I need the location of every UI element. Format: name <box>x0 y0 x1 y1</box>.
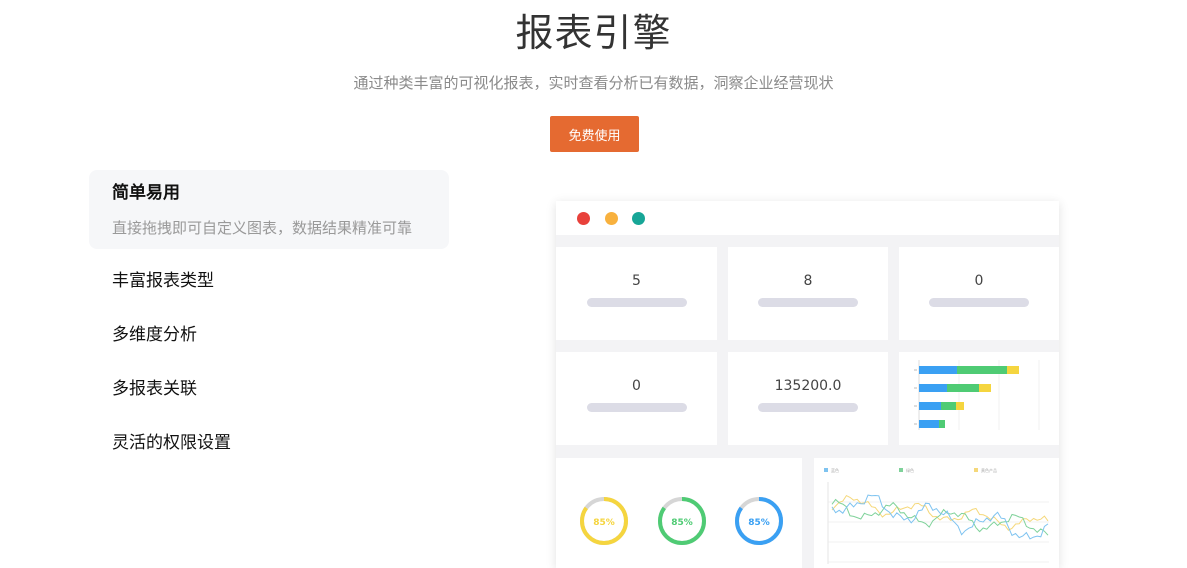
bar-segment <box>919 384 947 392</box>
feature-item-permissions[interactable]: 灵活的权限设置 <box>89 416 449 470</box>
stacked-bar-chart <box>914 360 1040 430</box>
gauge-group: 85% 85% 85% <box>580 497 783 545</box>
gauge-label: 85% <box>671 518 693 528</box>
bar-segment <box>939 420 945 428</box>
stat-placeholder-bar <box>586 403 687 412</box>
bar-segment <box>919 402 941 410</box>
stat-card: 8 <box>728 247 888 340</box>
stat-value: 135200.0 <box>774 378 842 394</box>
page-subtitle: 通过种类丰富的可视化报表，实时查看分析已有数据，洞察企业经营现状 <box>353 74 834 92</box>
stat-card: 135200.0 <box>728 352 888 445</box>
legend-label: 绿色 <box>906 467 914 473</box>
gauge-card: 85% 85% 85% <box>556 458 802 568</box>
bar-segment <box>919 420 939 428</box>
bar-segment <box>947 384 979 392</box>
window-close-dot-icon <box>577 212 590 225</box>
feature-list: 简单易用 直接拖拽即可自定义图表，数据结果精准可靠 丰富报表类型 多维度分析 多… <box>89 170 449 470</box>
line-chart-card: 蓝色 绿色 黄色产品 <box>814 458 1059 568</box>
stat-card: 5 <box>556 247 717 340</box>
stat-placeholder-bar <box>758 403 858 412</box>
stat-card: 0 <box>899 247 1059 340</box>
legend-label: 黄色产品 <box>981 467 997 473</box>
stat-card: 0 <box>556 352 717 445</box>
legend-label: 蓝色 <box>831 467 839 473</box>
feature-title: 灵活的权限设置 <box>112 433 231 453</box>
legend-swatch <box>824 468 828 472</box>
gauge-label: 85% <box>593 518 615 528</box>
bar-segment <box>956 402 964 410</box>
stat-value: 5 <box>632 273 641 289</box>
stat-placeholder-bar <box>586 298 687 307</box>
stacked-bar-chart-card <box>899 352 1059 445</box>
dashboard-preview: 5 8 0 0 135200.0 85% 85% 85% 蓝色 绿色 黄色产品 <box>556 201 1059 568</box>
stat-value: 8 <box>803 273 813 289</box>
stat-value: 0 <box>632 378 641 394</box>
bar-segment <box>1007 366 1019 374</box>
feature-item-rich-types[interactable]: 丰富报表类型 <box>89 254 449 308</box>
stat-value: 0 <box>974 273 984 289</box>
series-line-green <box>831 498 1049 536</box>
bar-segment <box>941 402 956 410</box>
stat-placeholder-bar <box>929 298 1029 307</box>
window-titlebar <box>556 201 1059 235</box>
feature-title: 多维度分析 <box>112 325 197 345</box>
page-title: 报表引擎 <box>515 11 672 55</box>
bar-segment <box>919 366 957 374</box>
legend-swatch <box>899 468 903 472</box>
feature-item-multi-dimension[interactable]: 多维度分析 <box>89 308 449 362</box>
stat-placeholder-bar <box>758 298 858 307</box>
gauge-label: 85% <box>748 518 770 528</box>
line-chart: 蓝色 绿色 黄色产品 <box>824 467 1049 564</box>
feature-title: 简单易用 <box>112 183 180 203</box>
bar-segment <box>957 366 1007 374</box>
free-trial-button[interactable]: 免费使用 <box>550 116 639 152</box>
feature-item-linked-reports[interactable]: 多报表关联 <box>89 362 449 416</box>
window-maximize-dot-icon <box>632 212 645 225</box>
bar-segment <box>979 384 991 392</box>
window-minimize-dot-icon <box>605 212 618 225</box>
feature-description: 直接拖拽即可自定义图表，数据结果精准可靠 <box>112 219 413 237</box>
legend-swatch <box>974 468 978 472</box>
feature-title: 多报表关联 <box>112 379 197 399</box>
feature-title: 丰富报表类型 <box>112 271 214 291</box>
feature-item-easy-to-use[interactable]: 简单易用 直接拖拽即可自定义图表，数据结果精准可靠 <box>89 170 449 249</box>
